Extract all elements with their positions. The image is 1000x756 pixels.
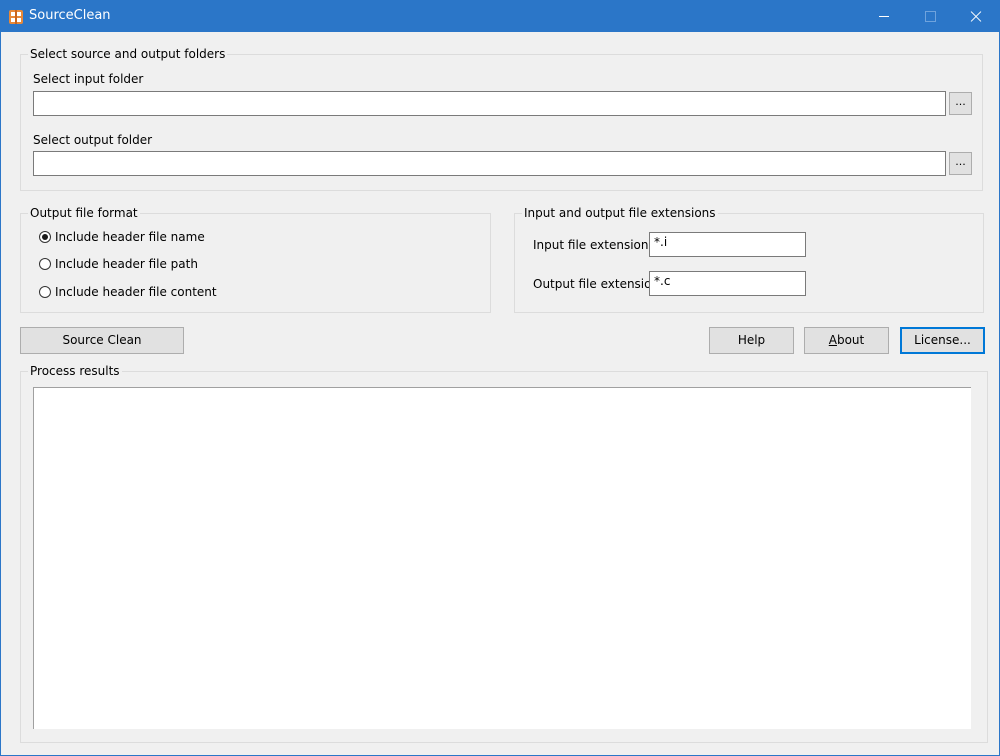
minimize-button[interactable] bbox=[861, 1, 907, 32]
title-bar[interactable]: SourceClean bbox=[1, 1, 999, 32]
format-legend: Output file format bbox=[28, 206, 140, 220]
close-button[interactable] bbox=[953, 1, 999, 32]
minimize-icon bbox=[879, 16, 889, 17]
radio-label: Include header file content bbox=[55, 285, 217, 299]
radio-label: Include header file name bbox=[55, 230, 205, 244]
help-button[interactable]: Help bbox=[709, 327, 794, 354]
output-extension-field[interactable]: *.c bbox=[649, 271, 806, 296]
license-button[interactable]: License... bbox=[900, 327, 985, 354]
extensions-group: Input and output file extensions bbox=[514, 206, 984, 313]
browse-output-folder-button[interactable]: ... bbox=[949, 152, 972, 175]
radio-button[interactable] bbox=[39, 286, 51, 298]
process-results-textarea[interactable] bbox=[33, 387, 971, 729]
about-button[interactable]: About bbox=[804, 327, 889, 354]
maximize-button[interactable] bbox=[907, 1, 953, 32]
output-folder-label: Select output folder bbox=[33, 133, 153, 147]
radio-selected-dot bbox=[42, 234, 48, 240]
radio-button[interactable] bbox=[39, 258, 51, 270]
app-logo-icon bbox=[9, 10, 23, 24]
input-extension-field[interactable]: *.i bbox=[649, 232, 806, 257]
input-folder-field[interactable] bbox=[33, 91, 946, 116]
app-window: SourceClean Select source and output fol… bbox=[0, 0, 1000, 756]
input-folder-label: Select input folder bbox=[33, 72, 144, 86]
format-group: Output file format Include header file n… bbox=[20, 206, 491, 313]
radio-button[interactable] bbox=[39, 231, 51, 243]
maximize-icon bbox=[925, 11, 936, 22]
extensions-legend: Input and output file extensions bbox=[522, 206, 718, 220]
source-clean-button[interactable]: Source Clean bbox=[20, 327, 184, 354]
window-title: SourceClean bbox=[29, 8, 111, 23]
browse-input-folder-button[interactable]: ... bbox=[949, 92, 972, 115]
folders-legend: Select source and output folders bbox=[28, 47, 228, 61]
output-extension-label: Output file extension: bbox=[533, 277, 664, 291]
output-folder-field[interactable] bbox=[33, 151, 946, 176]
results-legend: Process results bbox=[28, 364, 122, 378]
input-extension-label: Input file extension: bbox=[533, 238, 653, 252]
radio-label: Include header file path bbox=[55, 257, 198, 271]
